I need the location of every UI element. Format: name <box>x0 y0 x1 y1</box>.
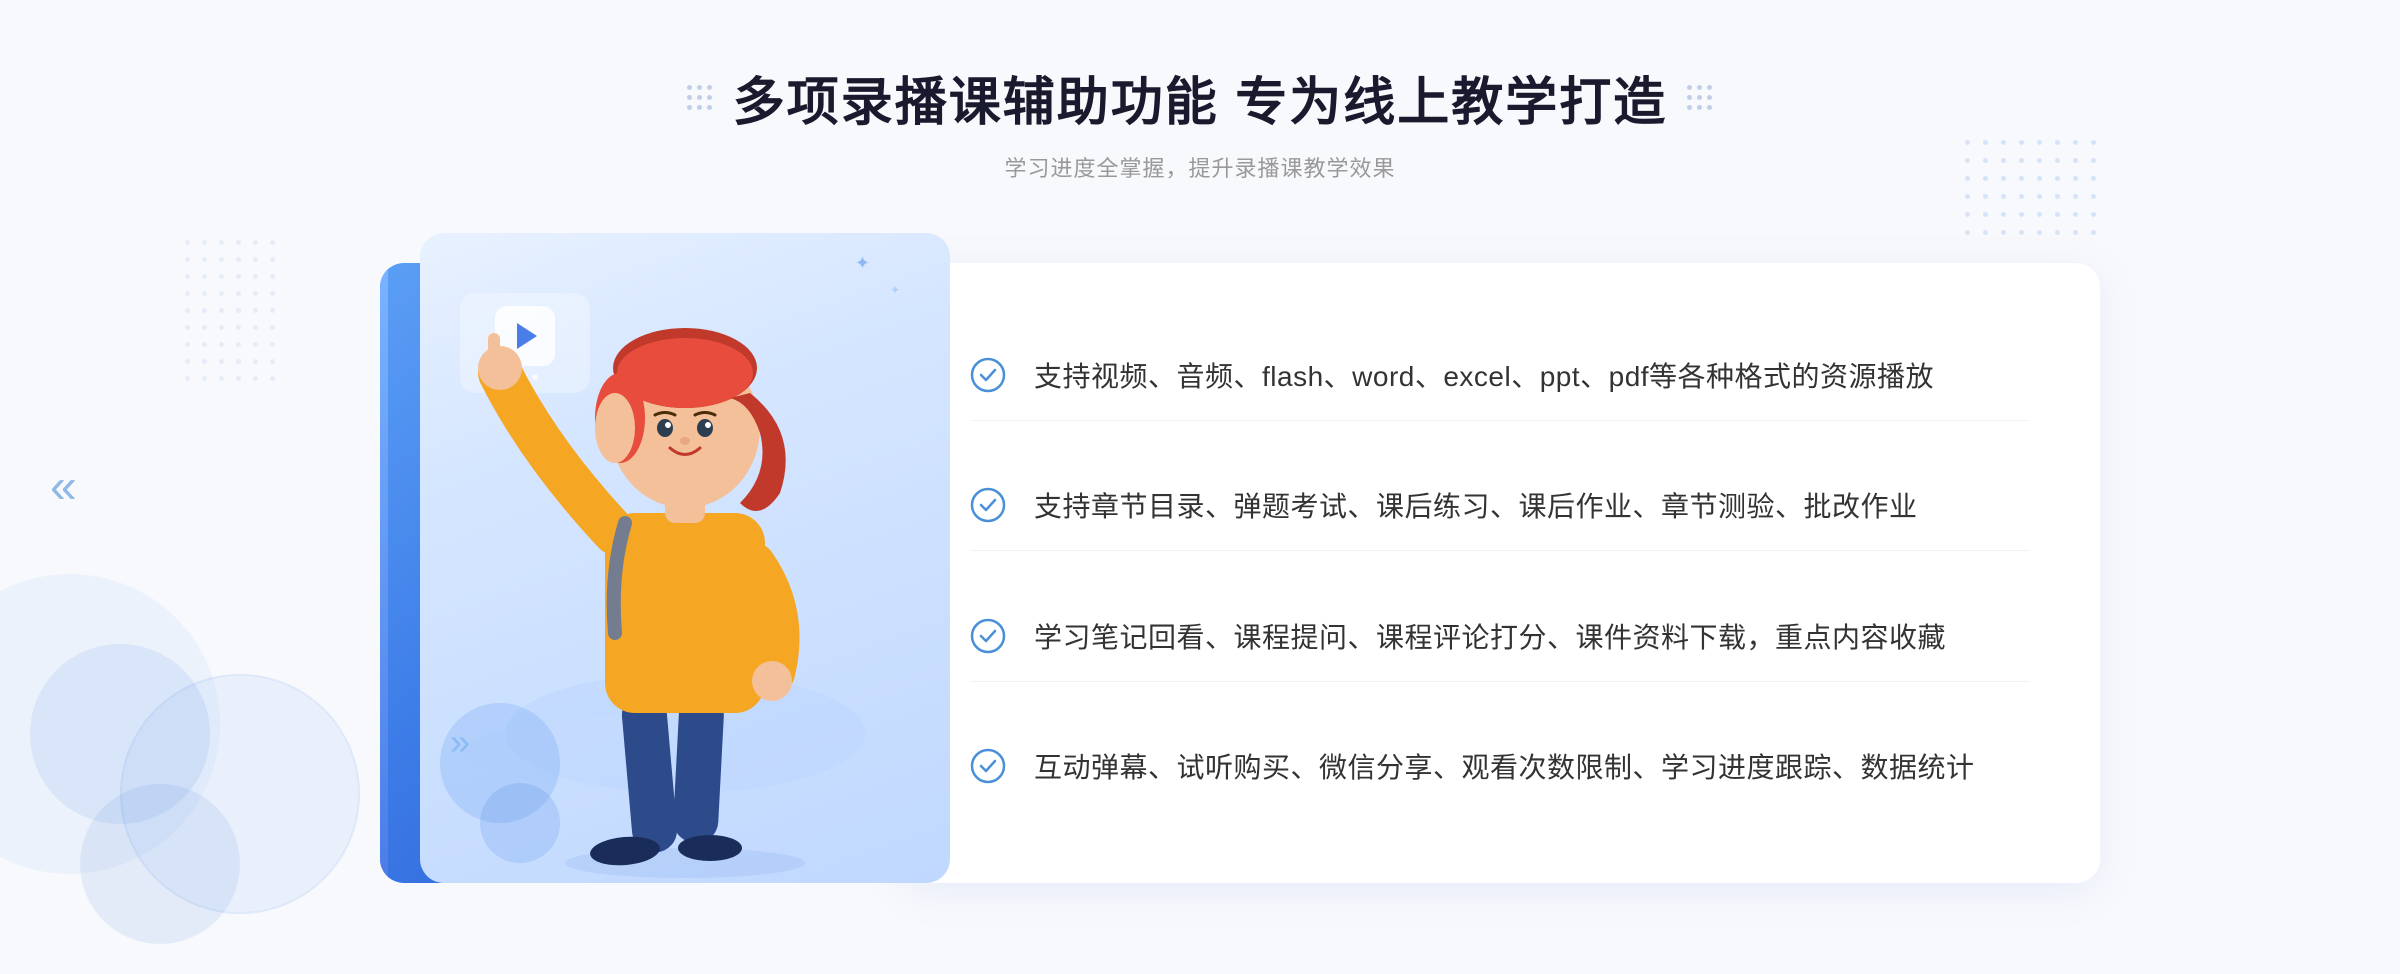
main-title: 多项录播课辅助功能 专为线上教学打造 <box>733 60 1667 135</box>
right-decoration <box>1687 85 1713 111</box>
feature-item-1: 支持视频、音频、flash、word、excel、ppt、pdf等各种格式的资源… <box>970 335 2030 421</box>
dot-grid-left <box>687 85 713 111</box>
feature-item-2: 支持章节目录、弹题考试、课后练习、课后作业、章节测验、批改作业 <box>970 465 2030 551</box>
left-decoration <box>687 85 713 111</box>
dot-grid-right <box>1687 85 1713 111</box>
illus-left-dots <box>185 240 278 384</box>
header-section: 多项录播课辅助功能 专为线上教学打造 学习进度全掌握，提升录播课教学效果 <box>687 0 1713 183</box>
top-right-dot-pattern <box>1965 140 2100 239</box>
illus-dot-pattern: // rendered below <box>300 333 385 456</box>
check-icon-2 <box>970 487 1006 523</box>
title-row: 多项录播课辅助功能 专为线上教学打造 <box>687 60 1713 135</box>
feature-text-2: 支持章节目录、弹题考试、课后练习、课后作业、章节测验、批改作业 <box>1034 485 1918 530</box>
white-card: ✦ ✦ » <box>420 233 950 883</box>
illustration-area: ✦ ✦ » <box>300 233 920 913</box>
feature-text-4: 互动弹幕、试听购买、微信分享、观看次数限制、学习进度跟踪、数据统计 <box>1034 746 1975 791</box>
check-icon-3 <box>970 618 1006 654</box>
info-card: 支持视频、音频、flash、word、excel、ppt、pdf等各种格式的资源… <box>900 263 2100 883</box>
feature-item-4: 互动弹幕、试听购买、微信分享、观看次数限制、学习进度跟踪、数据统计 <box>970 726 2030 811</box>
main-content: ✦ ✦ » <box>300 233 2100 913</box>
deco-circle-bottom-2 <box>80 784 240 944</box>
check-icon-1 <box>970 357 1006 393</box>
page-container: // Will be rendered via template 多项录播课辅助… <box>0 0 2400 974</box>
subtitle: 学习进度全掌握，提升录播课教学效果 <box>687 151 1713 183</box>
left-nav-arrow[interactable]: « <box>50 460 77 515</box>
feature-text-1: 支持视频、音频、flash、word、excel、ppt、pdf等各种格式的资源… <box>1034 355 1934 400</box>
feature-item-3: 学习笔记回看、课程提问、课程评论打分、课件资料下载，重点内容收藏 <box>970 596 2030 682</box>
feature-text-3: 学习笔记回看、课程提问、课程评论打分、课件资料下载，重点内容收藏 <box>1034 616 1946 661</box>
deco-blob-2 <box>480 783 560 863</box>
check-icon-4 <box>970 748 1006 784</box>
